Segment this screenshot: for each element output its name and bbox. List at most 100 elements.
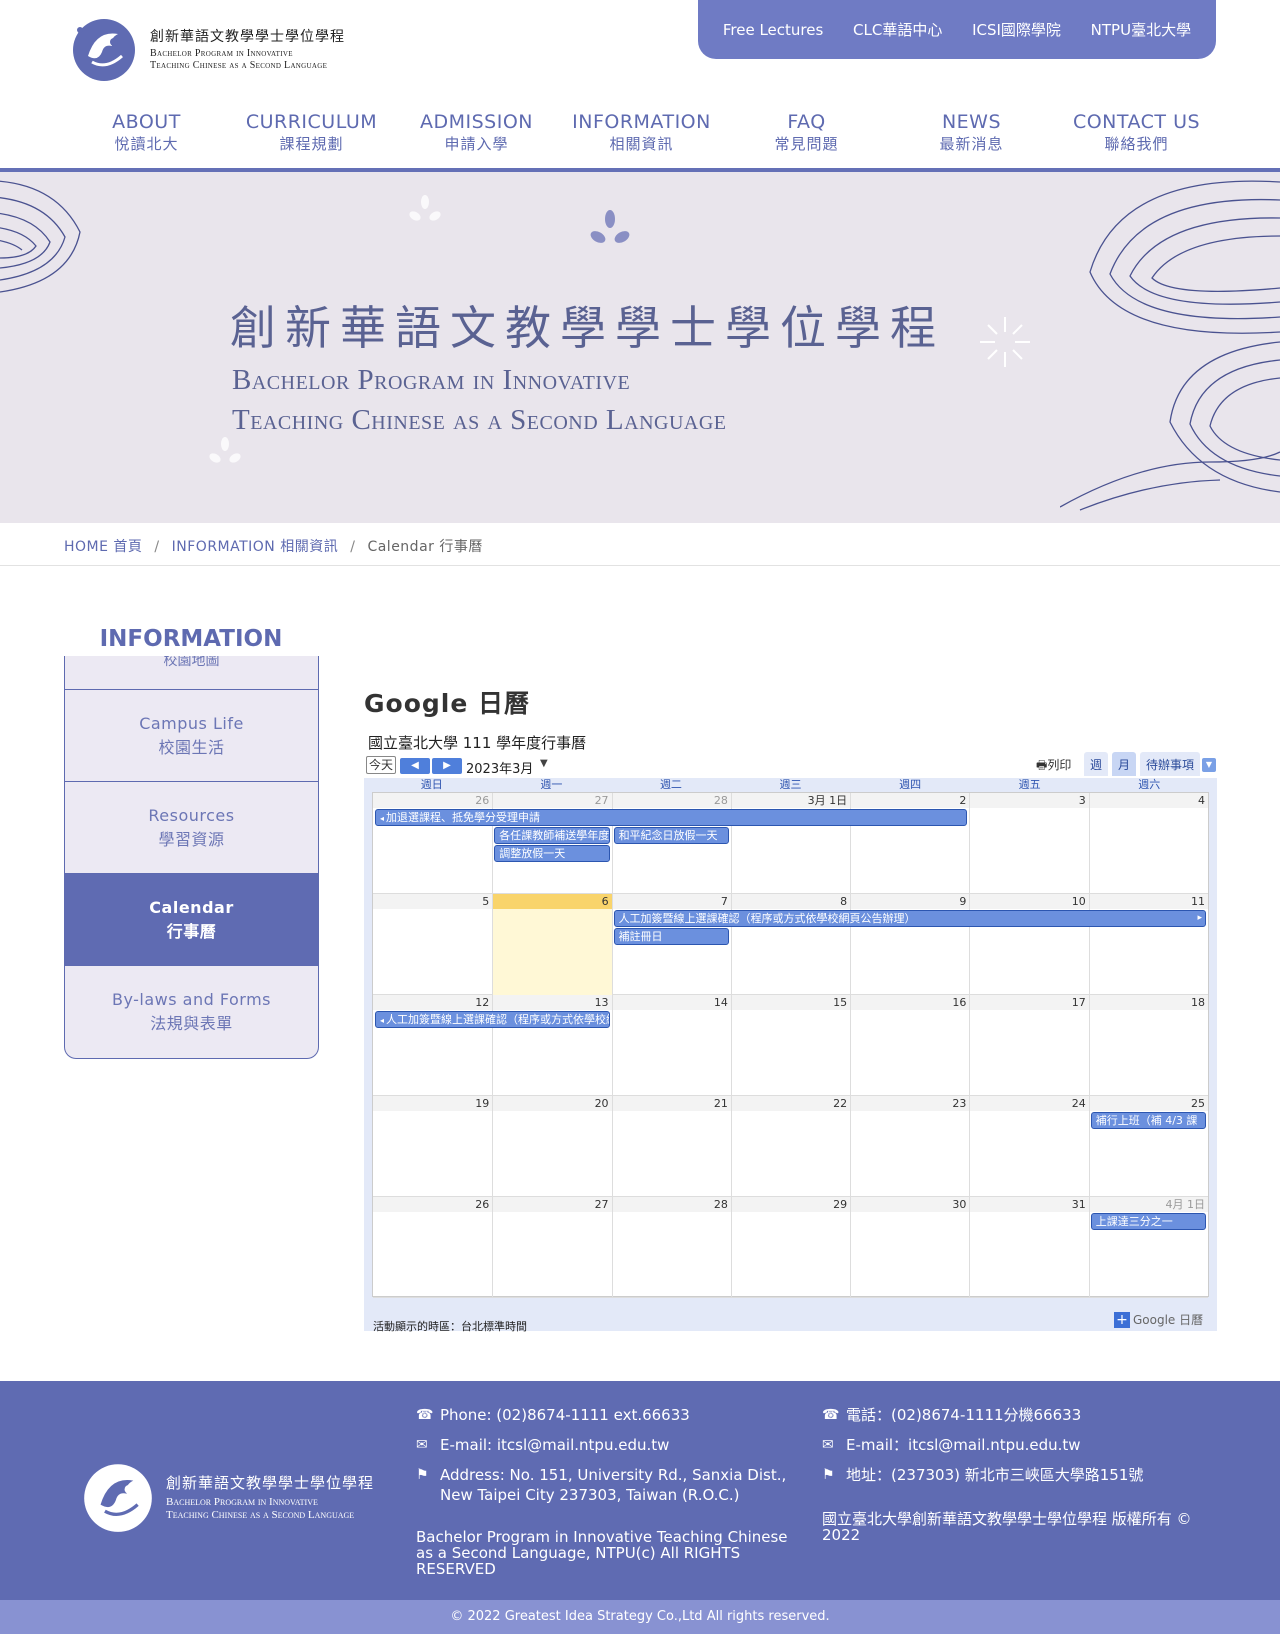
view-tab-agenda[interactable]: 待辦事項	[1140, 752, 1200, 776]
flower-right-decoration	[1060, 180, 1280, 511]
view-dropdown-icon[interactable]: ▼	[1202, 758, 1216, 772]
logo-mark-icon	[73, 19, 135, 81]
mail-icon: ✉	[416, 1437, 428, 1453]
calendar-day-cell[interactable]: 20	[492, 1096, 612, 1197]
petal-decoration-small	[409, 195, 441, 221]
calendar-event[interactable]: 和平紀念日放假一天	[613, 827, 729, 844]
view-tab-month[interactable]: 月	[1112, 752, 1136, 776]
day-number: 26	[475, 1198, 490, 1211]
calendar-day-cell[interactable]: 24	[969, 1096, 1089, 1197]
calendar-event-title: 和平紀念日放假一天	[618, 829, 718, 842]
calendar-day-cell[interactable]: 18	[1088, 995, 1208, 1096]
calendar-event-title: 上課達三分之一	[1095, 1215, 1173, 1228]
sidebar-item-campus-life[interactable]: Campus Life 校園生活	[65, 690, 318, 782]
footer-copyright-en: Bachelor Program in Innovative Teaching …	[416, 1528, 788, 1578]
calendar-day-cell[interactable]: 27	[492, 1197, 612, 1298]
calendar-event-title: 加退選課程、抵免學分受理申請	[386, 811, 541, 824]
logo-title-en-1: Bachelor Program in Innovative	[150, 48, 293, 59]
continues-left-icon: ◂	[380, 814, 385, 823]
site-logo[interactable]: 創新華語文教學學士學位學程 Bachelor Program in Innova…	[68, 16, 345, 82]
google-calendar-badge[interactable]: + Google 日曆	[1114, 1311, 1203, 1328]
nav-contact[interactable]: CONTACT US 聯絡我們	[1054, 110, 1219, 154]
calendar-day-cell[interactable]: 26	[373, 1197, 493, 1298]
weekday-label: 週三	[779, 778, 802, 791]
calendar-day-cell[interactable]: 22	[730, 1096, 851, 1197]
calendar-event[interactable]: 人工加簽暨線上選課確認（程序或方式依學校網頁公告辦理） ▸	[613, 910, 1206, 927]
next-month-button[interactable]: ▶	[432, 758, 462, 774]
calendar-week-row: 19 20 21 22 23 24 25	[373, 1096, 1208, 1197]
sidebar-item-label-en: Resources	[148, 805, 235, 825]
calendar-day-cell[interactable]: 31	[969, 1197, 1089, 1298]
footer-email-en[interactable]: E-mail: itcsl@mail.ntpu.edu.tw	[440, 1435, 669, 1455]
top-link-ntpu[interactable]: NTPU臺北大學	[1091, 19, 1191, 40]
calendar-day-cell[interactable]: 15	[730, 995, 851, 1096]
sidebar-item-campus-map[interactable]: 校園地圖	[65, 656, 318, 690]
calendar-event[interactable]: 調整放假一天	[494, 845, 610, 862]
phone-icon: ☎	[822, 1407, 840, 1423]
calendar-event[interactable]: 補註冊日	[613, 928, 729, 945]
print-button[interactable]: 🖶列印	[1036, 756, 1071, 777]
nav-faq[interactable]: FAQ 常見問題	[724, 110, 889, 154]
top-links-bar: Free Lectures CLC華語中心 ICSI國際學院 NTPU臺北大學	[698, 0, 1216, 59]
sidebar-menu: 校園地圖 Campus Life 校園生活 Resources 學習資源 Calen…	[64, 656, 319, 1059]
calendar-day-cell[interactable]: 16	[850, 995, 970, 1096]
calendar-day-cell[interactable]: 4	[1088, 793, 1208, 894]
calendar-day-cell[interactable]: 23	[850, 1096, 970, 1197]
footer-email-zh[interactable]: E-mail：itcsl@mail.ntpu.edu.tw	[846, 1435, 1081, 1455]
calendar-day-cell[interactable]: 14	[611, 995, 731, 1096]
top-link-free-lectures[interactable]: Free Lectures	[723, 21, 823, 39]
day-number-bar	[373, 894, 493, 909]
view-tab-week[interactable]: 週	[1084, 752, 1108, 776]
day-number-bar	[970, 793, 1089, 808]
calendar-day-cell[interactable]: 29	[730, 1197, 851, 1298]
calendar-day-cell[interactable]: 21	[611, 1096, 731, 1197]
calendar-day-cell[interactable]: 19	[373, 1096, 493, 1197]
calendar-event[interactable]: ◂人工加簽暨線上選課確認（程序或方式依學校網頁公告辦理）	[375, 1011, 610, 1028]
nav-curriculum[interactable]: CURRICULUM 課程規劃	[229, 110, 394, 154]
breadcrumb-information[interactable]: INFORMATION 相關資訊	[172, 539, 339, 555]
nav-news[interactable]: NEWS 最新消息	[889, 110, 1054, 154]
flag-icon: ⚑	[416, 1467, 429, 1483]
nav-information[interactable]: INFORMATION 相關資訊	[559, 110, 724, 154]
day-number-bar	[1089, 793, 1208, 808]
sidebar-item-label-en: Calendar	[149, 897, 234, 917]
calendar-event[interactable]: ◂ 加退選課程、抵免學分受理申請	[375, 809, 968, 826]
sidebar-item-bylaws[interactable]: By-laws and Forms 法規與表單	[65, 966, 318, 1058]
nav-admission[interactable]: ADMISSION 申請入學	[394, 110, 559, 154]
calendar-day-cell[interactable]: 17	[969, 995, 1089, 1096]
weekday-label: 週五	[1018, 778, 1041, 791]
footer-logo-en-1: Bachelor Program in Innovative	[166, 1496, 318, 1508]
breadcrumb-home[interactable]: HOME 首頁	[64, 539, 142, 555]
nav-label-en: CURRICULUM	[245, 111, 378, 133]
calendar-day-cell[interactable]: 28	[611, 1197, 731, 1298]
day-number: 23	[952, 1097, 967, 1110]
banner-title-zh: 創新華語文教學學士學位學程	[230, 301, 945, 355]
calendar-event[interactable]: 上課達三分之一	[1090, 1213, 1206, 1230]
top-link-clc[interactable]: CLC華語中心	[853, 19, 942, 40]
sidebar-item-resources[interactable]: Resources 學習資源	[65, 782, 318, 874]
continues-left-icon: ◂	[380, 1016, 385, 1025]
day-number: 18	[1190, 996, 1205, 1009]
footer-logo: 創新華語文教學學士學位學程 Bachelor Program in Innova…	[78, 1461, 374, 1533]
top-link-icsi[interactable]: ICSI國際學院	[972, 19, 1061, 40]
footer-contact-zh: ☎ 電話：(02)8674-1111分機66633 ✉ E-mail：itcsl@m…	[822, 1405, 1202, 1495]
footer-logo-en-2: Teaching Chinese as a Second Language	[166, 1509, 355, 1521]
flower-left-decoration	[0, 180, 81, 293]
day-number: 15	[833, 996, 848, 1009]
calendar-day-cell[interactable]: 5	[373, 894, 493, 995]
day-number-bar	[612, 894, 731, 909]
weekday-label: 週六	[1138, 778, 1161, 791]
calendar-day-cell[interactable]: 6	[492, 894, 612, 995]
sidebar-item-calendar[interactable]: Calendar 行事曆	[65, 874, 318, 966]
calendar-day-cell[interactable]: 3	[969, 793, 1089, 894]
calendar-day-cell[interactable]: 30	[850, 1197, 970, 1298]
google-calendar-badge-label: Google 日曆	[1133, 1313, 1204, 1327]
sidebar-item-label-en: By-laws and Forms	[111, 990, 272, 1009]
footer-address-zh: 地址：(237303) 新北市三峽區大學路151號	[846, 1466, 1144, 1484]
calendar-event[interactable]: 各任課教師補送學年度	[494, 827, 610, 844]
today-button[interactable]: 今天	[366, 756, 396, 774]
month-picker-dropdown-icon[interactable]: ▼	[540, 758, 548, 769]
calendar-event[interactable]: 補行上班（補 4/3 課	[1090, 1112, 1206, 1129]
nav-about[interactable]: ABOUT 悅讀北大	[64, 110, 229, 154]
prev-month-button[interactable]: ◀	[400, 758, 430, 774]
